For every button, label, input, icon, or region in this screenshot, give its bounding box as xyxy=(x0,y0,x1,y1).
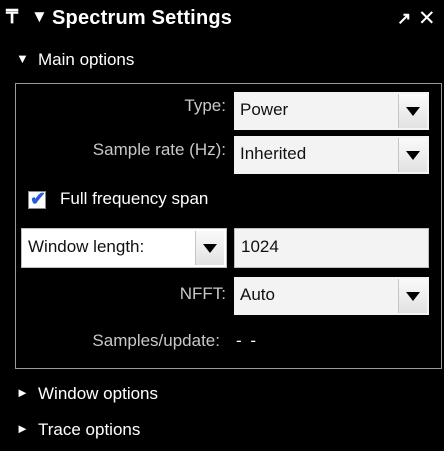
full-frequency-span-checkbox[interactable]: ✔ xyxy=(28,189,46,210)
type-dropdown-button[interactable] xyxy=(398,94,427,128)
window-length-selector-value: Window length: xyxy=(28,237,145,256)
type-label: Type: xyxy=(184,96,226,115)
window-options-label: Window options xyxy=(38,384,159,403)
sample-rate-dropdown[interactable]: Inherited xyxy=(234,136,429,174)
full-frequency-span-label[interactable]: Full frequency span xyxy=(60,189,208,209)
main-options-header[interactable]: ▼ Main options xyxy=(0,44,444,78)
trace-options-header[interactable]: ► Trace options xyxy=(0,414,444,448)
title-bar: ₸ ▼ Spectrum Settings ↗ ✕ xyxy=(0,0,444,38)
type-value: Power xyxy=(240,100,289,119)
collapsed-arrow-icon: ► xyxy=(16,421,29,436)
chevron-down-icon xyxy=(203,244,217,253)
sample-rate-dropdown-button[interactable] xyxy=(398,138,427,172)
window-options-header[interactable]: ► Window options xyxy=(0,378,444,412)
expanded-arrow-icon: ▼ xyxy=(16,51,29,66)
undock-icon[interactable]: ↗ xyxy=(397,9,411,29)
panel-title: Spectrum Settings xyxy=(52,7,233,29)
sample-rate-label: Sample rate (Hz): xyxy=(92,140,226,159)
nfft-dropdown[interactable]: Auto xyxy=(234,277,429,315)
type-dropdown[interactable]: Power xyxy=(234,92,429,130)
window-length-dropdown-button[interactable] xyxy=(195,231,224,265)
samples-update-value: - - xyxy=(236,331,259,350)
window-length-selector[interactable]: Window length: xyxy=(21,228,227,268)
collapse-panel-icon[interactable]: ▼ xyxy=(31,7,48,27)
window-length-value: 1024 xyxy=(241,237,279,256)
sample-rate-value: Inherited xyxy=(240,144,307,163)
chevron-down-icon xyxy=(406,107,420,116)
nfft-label: NFFT: xyxy=(179,284,226,303)
pin-icon[interactable]: ₸ xyxy=(6,6,18,29)
samples-update-label: Samples/update: xyxy=(92,331,220,350)
window-length-input[interactable]: 1024 xyxy=(234,228,429,268)
checkmark-icon: ✔ xyxy=(30,189,46,210)
nfft-value: Auto xyxy=(240,285,275,304)
chevron-down-icon xyxy=(406,292,420,301)
trace-options-label: Trace options xyxy=(38,420,141,439)
spectrum-settings-panel: ₸ ▼ Spectrum Settings ↗ ✕ ▼ Main options… xyxy=(0,0,444,451)
chevron-down-icon xyxy=(406,151,420,160)
main-options-label: Main options xyxy=(38,50,135,69)
collapsed-arrow-icon: ► xyxy=(16,385,29,400)
nfft-dropdown-button[interactable] xyxy=(398,279,427,313)
close-icon[interactable]: ✕ xyxy=(418,6,436,31)
